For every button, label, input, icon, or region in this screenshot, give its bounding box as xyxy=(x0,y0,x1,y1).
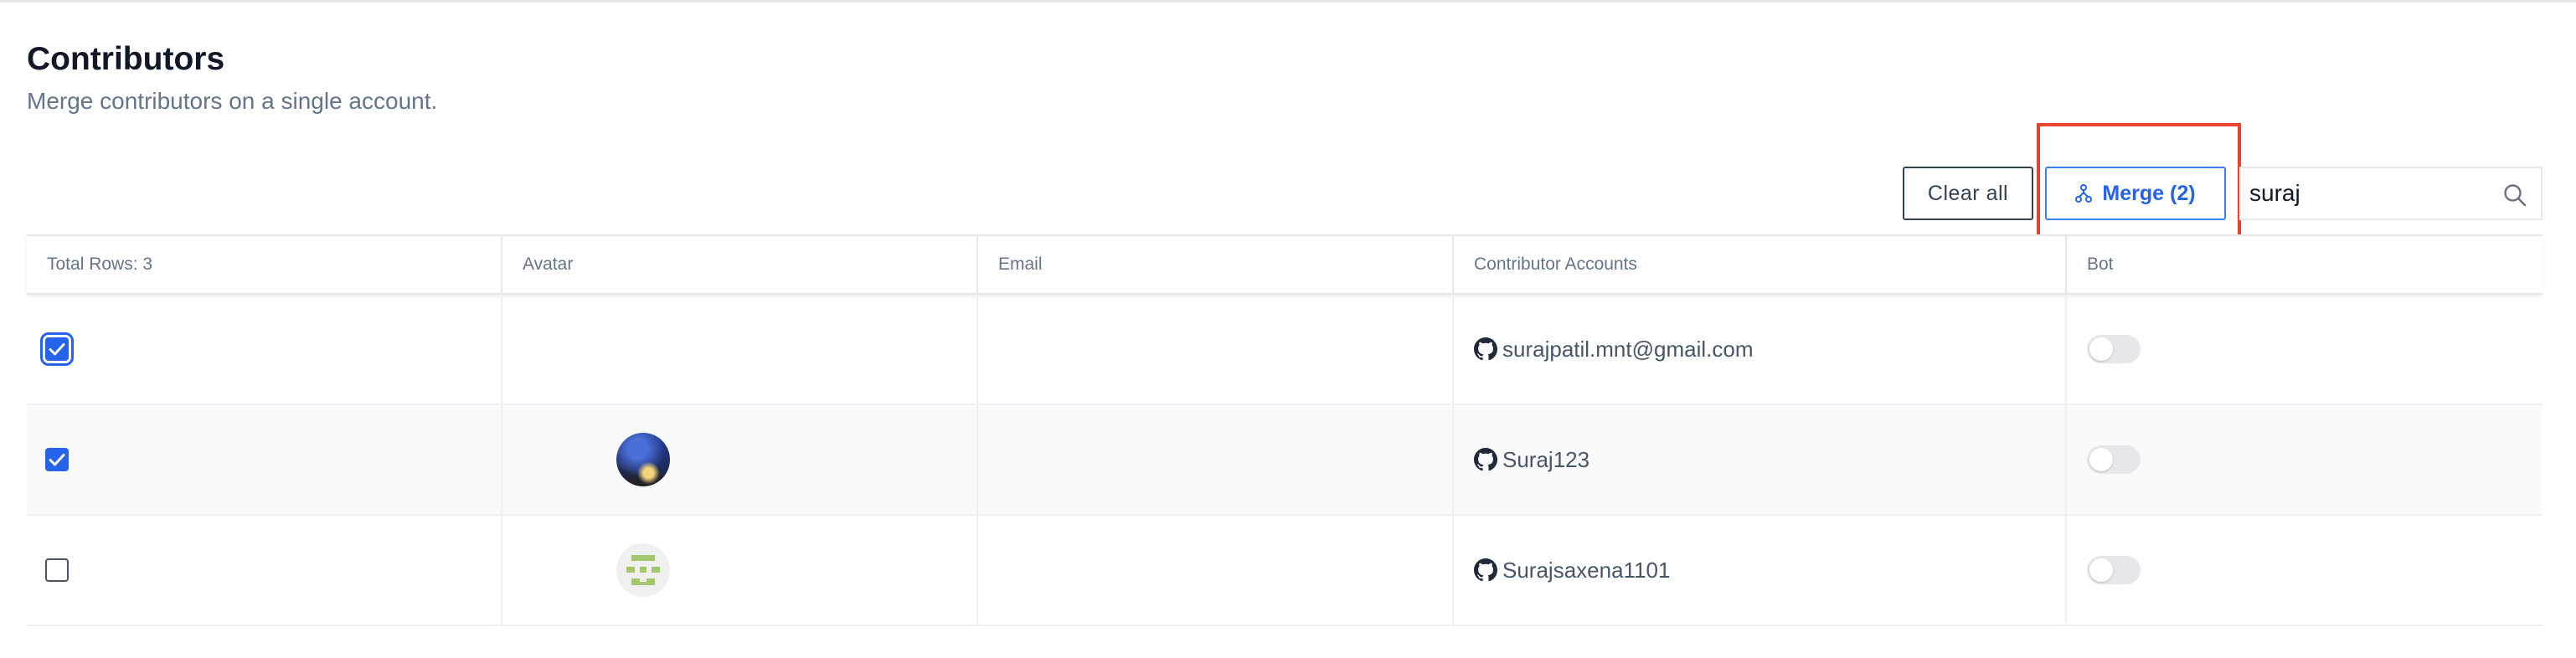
account-cell: surajpatil.mnt@gmail.com xyxy=(1454,295,2067,404)
table-header: Total Rows: 3 Avatar Email Contributor A… xyxy=(27,234,2543,295)
github-icon xyxy=(1474,558,1497,582)
bot-cell xyxy=(2067,295,2543,404)
contributor-account: Suraj123 xyxy=(1474,447,1589,473)
header-email: Email xyxy=(978,236,1454,293)
bot-cell xyxy=(2067,516,2543,625)
search-icon[interactable] xyxy=(2502,182,2527,212)
account-name[interactable]: Surajsaxena1101 xyxy=(1502,558,1670,583)
clear-all-label: Clear all xyxy=(1927,181,2009,205)
contributors-table: Total Rows: 3 Avatar Email Contributor A… xyxy=(27,234,2543,626)
avatar-cell xyxy=(502,516,978,625)
header-avatar: Avatar xyxy=(502,236,978,293)
top-divider xyxy=(0,0,2576,3)
select-cell xyxy=(27,405,502,514)
toggle-knob xyxy=(2089,558,2113,582)
email-cell xyxy=(978,516,1454,625)
email-cell xyxy=(978,405,1454,514)
header-contributor-accounts: Contributor Accounts xyxy=(1454,236,2067,293)
row-checkbox[interactable] xyxy=(45,558,69,582)
page-title: Contributors xyxy=(27,41,225,77)
toggle-knob xyxy=(2089,448,2113,471)
table-row: Suraj123 xyxy=(27,405,2543,516)
select-cell xyxy=(27,295,502,404)
toggle-knob xyxy=(2089,337,2113,361)
github-icon xyxy=(1474,448,1497,471)
avatar-cell xyxy=(502,295,978,404)
header-total-rows: Total Rows: 3 xyxy=(27,236,502,293)
search-box[interactable] xyxy=(2239,167,2543,220)
account-name[interactable]: Suraj123 xyxy=(1502,447,1589,473)
search-input[interactable] xyxy=(2241,180,2492,207)
page-subtitle: Merge contributors on a single account. xyxy=(27,88,438,114)
avatar xyxy=(616,543,670,597)
github-icon xyxy=(1474,337,1497,361)
bot-toggle[interactable] xyxy=(2087,445,2141,474)
select-cell xyxy=(27,516,502,625)
account-cell: Surajsaxena1101 xyxy=(1454,516,2067,625)
header-bot: Bot xyxy=(2087,254,2114,274)
merge-highlight-box xyxy=(2037,123,2241,250)
table-row: surajpatil.mnt@gmail.com xyxy=(27,295,2543,405)
account-cell: Suraj123 xyxy=(1454,405,2067,514)
avatar xyxy=(616,433,670,486)
clear-all-button[interactable]: Clear all xyxy=(1903,167,2033,220)
row-checkbox[interactable] xyxy=(40,332,74,366)
email-cell xyxy=(978,295,1454,404)
table-row: Surajsaxena1101 xyxy=(27,516,2543,626)
bot-toggle[interactable] xyxy=(2087,335,2141,363)
avatar-cell xyxy=(502,405,978,514)
bot-toggle[interactable] xyxy=(2087,556,2141,584)
contributor-account: Surajsaxena1101 xyxy=(1474,558,1670,583)
contributor-account: surajpatil.mnt@gmail.com xyxy=(1474,337,1753,362)
contributors-page: Contributors Merge contributors on a sin… xyxy=(0,0,2576,658)
row-checkbox[interactable] xyxy=(45,448,69,471)
account-name[interactable]: surajpatil.mnt@gmail.com xyxy=(1502,337,1753,362)
bot-cell xyxy=(2067,405,2543,514)
